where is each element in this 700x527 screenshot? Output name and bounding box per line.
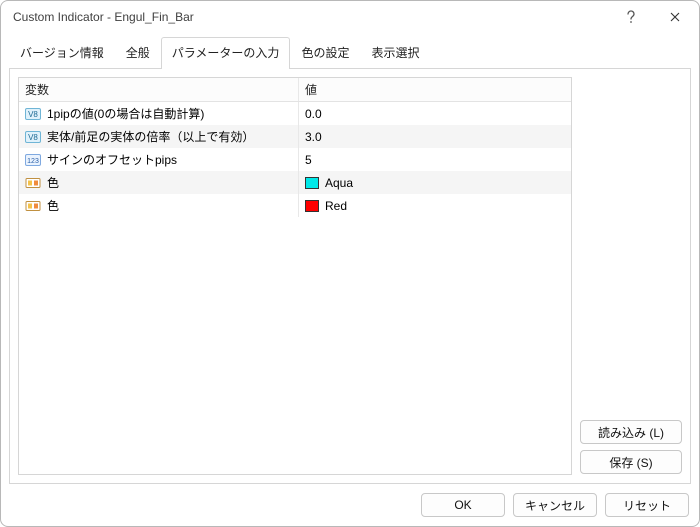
color-swatch	[305, 177, 319, 189]
table-row[interactable]: 色 Aqua	[19, 171, 571, 194]
param-name: 1pipの値(0の場合は自動計算)	[47, 105, 204, 122]
param-name: 実体/前足の実体の倍率（以上で有効）	[47, 128, 254, 145]
header-value[interactable]: 値	[299, 78, 571, 101]
table-row[interactable]: 123 サインのオフセットpips 5	[19, 148, 571, 171]
tab-inputs[interactable]: パラメーターの入力	[161, 37, 291, 68]
param-name: 色	[47, 174, 59, 191]
save-button[interactable]: 保存 (S)	[580, 450, 682, 474]
param-name: サインのオフセットpips	[47, 151, 177, 168]
double-type-icon: V8	[25, 130, 41, 144]
table-row[interactable]: 色 Red	[19, 194, 571, 217]
close-button[interactable]	[653, 2, 697, 32]
dialog-window: Custom Indicator - Engul_Fin_Bar バージョン情報…	[0, 0, 700, 527]
tab-general[interactable]: 全般	[115, 37, 161, 68]
table-row[interactable]: V8 1pipの値(0の場合は自動計算) 0.0	[19, 102, 571, 125]
color-type-icon	[25, 199, 41, 213]
tab-bar: バージョン情報 全般 パラメーターの入力 色の設定 表示選択	[1, 33, 699, 68]
int-type-icon: 123	[25, 153, 41, 167]
svg-text:V8: V8	[28, 133, 38, 142]
param-value[interactable]: 5	[299, 148, 571, 171]
double-type-icon: V8	[25, 107, 41, 121]
window-title: Custom Indicator - Engul_Fin_Bar	[13, 10, 609, 24]
help-button[interactable]	[609, 2, 653, 32]
titlebar: Custom Indicator - Engul_Fin_Bar	[1, 1, 699, 33]
param-value[interactable]: 0.0	[299, 102, 571, 125]
content-area: 変数 値 V8 1pipの値(0の場合は自動計算) 0.0 V8 実体/前足の実…	[9, 68, 691, 484]
param-name: 色	[47, 197, 59, 214]
tab-version[interactable]: バージョン情報	[9, 37, 115, 68]
load-button[interactable]: 読み込み (L)	[580, 420, 682, 444]
param-value[interactable]: 3.0	[299, 125, 571, 148]
cancel-button[interactable]: キャンセル	[513, 493, 597, 517]
svg-text:V8: V8	[28, 110, 38, 119]
side-buttons: 読み込み (L) 保存 (S)	[580, 77, 682, 475]
dialog-footer: OK キャンセル リセット	[1, 492, 699, 526]
svg-text:123: 123	[27, 158, 39, 165]
color-type-icon	[25, 176, 41, 190]
table-header: 変数 値	[19, 78, 571, 102]
tab-visual[interactable]: 表示選択	[360, 37, 430, 68]
ok-button[interactable]: OK	[421, 493, 505, 517]
header-variable[interactable]: 変数	[19, 78, 299, 101]
tab-colors[interactable]: 色の設定	[290, 37, 360, 68]
parameters-table: 変数 値 V8 1pipの値(0の場合は自動計算) 0.0 V8 実体/前足の実…	[18, 77, 572, 475]
reset-button[interactable]: リセット	[605, 493, 689, 517]
param-value[interactable]: Aqua	[299, 171, 571, 194]
table-row[interactable]: V8 実体/前足の実体の倍率（以上で有効） 3.0	[19, 125, 571, 148]
color-swatch	[305, 200, 319, 212]
param-value[interactable]: Red	[299, 194, 571, 217]
